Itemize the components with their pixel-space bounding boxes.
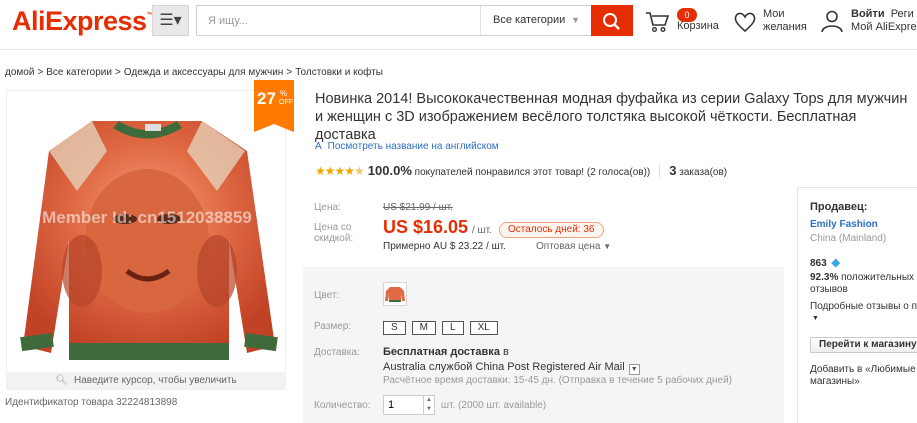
quantity-stepper[interactable]: ▲▼ <box>383 395 435 415</box>
wishlist-link[interactable]: Мои желания <box>733 8 813 38</box>
approx-price: Примерно AU $ 23.22 / шт. <box>383 241 506 252</box>
add-to-favorite-stores-link[interactable]: Добавить в «Любимые магазины» <box>810 364 917 388</box>
sweatshirt-image: Member Id: cn1512038859 <box>20 121 278 360</box>
breadcrumb-mens-clothing[interactable]: Одежда и аксессуары для мужчин <box>124 67 284 78</box>
search-icon <box>603 13 620 30</box>
seller-positive-feedback: 92.3% положительных отзывов <box>810 272 915 295</box>
old-price: US $21.99 / шт. <box>383 202 453 213</box>
zoom-hint: 🔍︎ Наведите курсор, чтобы увеличить <box>6 372 286 390</box>
category-menu-button[interactable]: ☰▾ <box>152 5 189 36</box>
svg-text:Member Id: cn1512038859: Member Id: cn1512038859 <box>42 208 252 227</box>
translate-link[interactable]: A Посмотреть название на английском <box>315 141 499 152</box>
breadcrumb: домой > Все категории > Одежда и аксессуары … <box>5 67 383 78</box>
chevron-down-icon[interactable]: ▼ <box>812 315 819 322</box>
seller-detail-feedback[interactable]: Подробные отзывы о пр <box>810 301 917 313</box>
translate-icon: A <box>315 141 322 152</box>
heart-icon <box>734 12 756 33</box>
quantity-label: Количество: <box>314 400 371 411</box>
seller-location: China (Mainland) <box>810 233 887 244</box>
rating-percent: 100.0% <box>367 163 412 178</box>
account-menu[interactable]: Войти Реги Мой AliExpres <box>820 8 917 38</box>
size-options: S M L XL <box>383 319 504 335</box>
product-image[interactable]: Member Id: cn1512038859 <box>6 90 286 390</box>
size-option-xl[interactable]: XL <box>469 321 498 335</box>
chevron-down-icon: ▼ <box>603 242 612 251</box>
quantity-available: шт. (2000 шт. available) <box>441 400 547 411</box>
share-buttons <box>64 419 262 423</box>
seller-score: 863 ◆ <box>810 257 840 269</box>
cart-label: Корзина <box>677 20 719 32</box>
diamond-icon: ◆ <box>831 257 840 269</box>
new-price: US $16.05 <box>383 217 469 237</box>
register-link[interactable]: Реги <box>891 8 914 20</box>
rating-stars: ★★★★★ <box>315 164 365 178</box>
shipping-method[interactable]: Australia службой China Post Registered … <box>383 361 640 375</box>
size-label: Размер: <box>314 321 352 332</box>
seller-heading: Продавец: <box>810 201 868 213</box>
aliexpress-logo[interactable]: AliExpress™ <box>12 6 154 37</box>
size-option-m[interactable]: M <box>411 321 437 335</box>
breadcrumb-home[interactable]: домой <box>5 67 34 78</box>
chevron-down-icon[interactable]: ▼ <box>628 364 640 375</box>
site-header: AliExpress™ ☰▾ Все категории▼ 0 Корзина … <box>0 0 917 50</box>
search-input[interactable] <box>197 6 479 35</box>
breadcrumb-hoodies[interactable]: Толстовки и кофты <box>295 67 383 78</box>
search-button[interactable] <box>591 5 633 36</box>
seller-panel: Продавец: Emily Fashion China (Mainland)… <box>797 187 917 423</box>
cart-link[interactable]: 0 Корзина <box>644 8 724 38</box>
orders-count: 3 <box>669 163 677 178</box>
wishlist-label-2: желания <box>763 21 807 33</box>
my-aliexpress-link[interactable]: Мой AliExpres <box>851 21 917 33</box>
chevron-down-icon: ▼ <box>571 15 580 25</box>
product-id: Идентификатор товара 32224813898 <box>5 397 178 408</box>
sku-block: Цвет: Размер: S M L XL Доставка: Бесплатная… <box>303 267 784 423</box>
category-select[interactable]: Все категории ▼ <box>480 6 590 35</box>
rating-text[interactable]: покупателей понравился этот товар! (2 го… <box>415 167 651 178</box>
product-title: Новинка 2014! Высококачественная модная … <box>315 91 908 143</box>
price-label: Цена: <box>314 202 341 213</box>
magnifier-icon: 🔍︎ <box>55 375 69 386</box>
wishlist-label-1: Мои <box>763 8 785 20</box>
per-unit: / шт. <box>472 225 492 236</box>
quantity-input[interactable] <box>384 396 424 414</box>
wholesale-price-dropdown[interactable]: Оптовая цена ▼ <box>536 241 611 252</box>
cart-icon <box>646 12 670 33</box>
size-option-s[interactable]: S <box>383 321 406 335</box>
search-bar: Все категории▼ <box>196 5 633 36</box>
shipping-time: Расчётное время доставки: 15-45 дн. (Отп… <box>383 375 733 386</box>
discount-price-label: Цена со скидкой: <box>314 222 354 244</box>
discount-badge: 27% OFF <box>254 80 294 132</box>
rating-row: ★★★★★ 100.0% покупателей понравился этот … <box>315 163 727 178</box>
login-link[interactable]: Войти <box>851 8 885 20</box>
quantity-arrows[interactable]: ▲ ▼ <box>423 396 434 414</box>
size-option-l[interactable]: L <box>442 321 464 335</box>
user-icon <box>821 10 843 33</box>
color-label: Цвет: <box>314 290 340 301</box>
color-swatch[interactable] <box>383 282 407 306</box>
orders-label: заказа(ов) <box>679 167 728 178</box>
go-to-store-button[interactable]: Перейти к магазину <box>810 337 917 353</box>
menu-icon: ☰▾ <box>159 12 182 29</box>
breadcrumb-all-categories[interactable]: Все категории <box>46 67 112 78</box>
shipping-free: Бесплатная доставка в <box>383 346 509 358</box>
price-block: Цена: US $21.99 / шт. Цена со скидкой: US… <box>303 187 784 265</box>
shipping-label: Доставка: <box>314 347 360 358</box>
days-left-badge: Осталось дней: 36 <box>499 222 604 238</box>
seller-name[interactable]: Emily Fashion <box>810 219 878 230</box>
